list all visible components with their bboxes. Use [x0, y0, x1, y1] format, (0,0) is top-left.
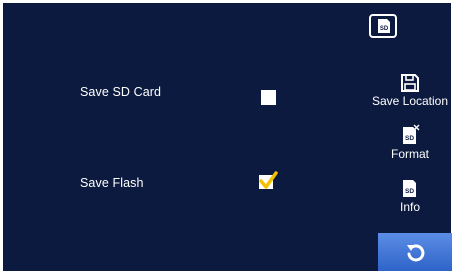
save-flash-checkbox[interactable]: [258, 171, 278, 191]
svg-text:SD: SD: [405, 188, 414, 195]
info-button[interactable]: SD Info: [369, 177, 451, 214]
sd-card-format-icon: SD: [403, 124, 420, 144]
info-label: Info: [399, 200, 420, 214]
sd-card-icon: SD: [403, 180, 416, 197]
save-location-button[interactable]: Save Location: [369, 73, 451, 108]
checkmark-icon: [259, 171, 278, 189]
screen: SD Save SD Card Save Flash Save Location: [0, 0, 454, 275]
svg-text:SD: SD: [405, 135, 414, 142]
save-location-label: Save Location: [371, 94, 449, 108]
floppy-disk-icon: [401, 74, 419, 92]
settings-panel: SD Save SD Card Save Flash Save Location: [3, 3, 451, 271]
back-arrow-icon: [407, 244, 425, 262]
format-button[interactable]: SD Format: [369, 124, 451, 161]
save-sd-card-label: Save SD Card: [80, 85, 162, 99]
save-flash-label: Save Flash: [80, 176, 144, 190]
sd-card-status-icon[interactable]: SD: [369, 14, 397, 38]
back-button[interactable]: [378, 233, 452, 271]
save-sd-card-checkbox[interactable]: [261, 90, 276, 105]
svg-text:SD: SD: [380, 26, 389, 32]
format-label: Format: [390, 147, 429, 161]
